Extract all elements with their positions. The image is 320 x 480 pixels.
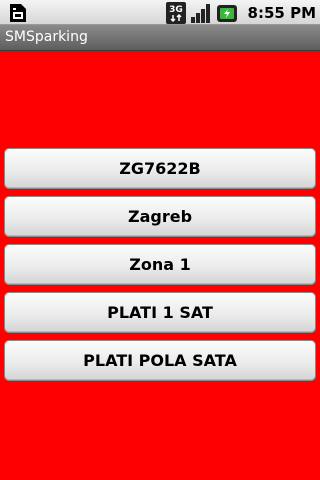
status-clock: 8:55 PM xyxy=(247,3,316,22)
sim-notification-icon xyxy=(10,4,26,22)
plate-number-button[interactable]: ZG7622B xyxy=(4,148,316,189)
city-button[interactable]: Zagreb xyxy=(4,196,316,237)
app-title: SMSparking xyxy=(5,29,88,45)
status-icons: 3G 8:55 PM xyxy=(165,0,316,25)
svg-text:3G: 3G xyxy=(169,5,183,15)
pay-one-hour-button[interactable]: PLATI 1 SAT xyxy=(4,292,316,333)
status-bar: 3G 8:55 PM xyxy=(0,0,320,25)
button-list: ZG7622B Zagreb Zona 1 PLATI 1 SAT PLATI … xyxy=(4,148,316,388)
3g-data-icon: 3G xyxy=(165,1,186,24)
zone-button[interactable]: Zona 1 xyxy=(4,244,316,285)
battery-charging-icon xyxy=(216,4,237,22)
signal-strength-icon xyxy=(190,3,210,23)
app-title-bar: SMSparking xyxy=(0,25,320,51)
pay-half-hour-button[interactable]: PLATI POLA SATA xyxy=(4,340,316,381)
